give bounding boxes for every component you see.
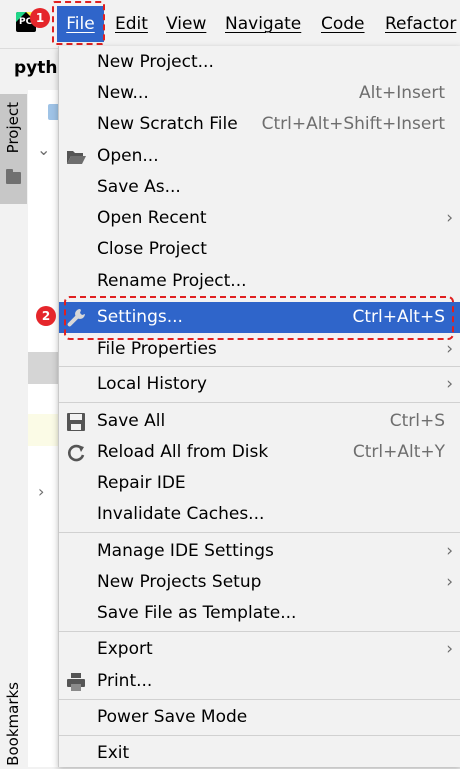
open-label: Open... bbox=[97, 146, 159, 166]
export-label: Export bbox=[97, 639, 153, 659]
menu-separator bbox=[59, 366, 460, 367]
save-icon bbox=[67, 413, 85, 431]
menu-item-open[interactable]: Open... bbox=[59, 141, 460, 172]
menu-item-save-file-as-template[interactable]: Save File as Template... bbox=[59, 598, 460, 629]
rename-project-label: Rename Project... bbox=[97, 271, 247, 291]
menu-item-print[interactable]: Print... bbox=[59, 666, 460, 697]
step-badge-1: 1 bbox=[30, 8, 50, 28]
menu-separator bbox=[59, 735, 460, 736]
new-scratch-label: New Scratch File bbox=[97, 114, 238, 134]
menu-view[interactable]: View bbox=[166, 10, 206, 38]
new-project-label: New Project... bbox=[97, 52, 214, 72]
power-save-label: Power Save Mode bbox=[97, 707, 248, 727]
repair-ide-label: Repair IDE bbox=[97, 473, 186, 493]
close-project-label: Close Project bbox=[97, 239, 207, 259]
menu-refactor[interactable]: Refactor bbox=[385, 10, 456, 38]
tree-row-selected[interactable] bbox=[28, 352, 60, 384]
chevron-right-icon: › bbox=[446, 208, 453, 228]
menu-separator bbox=[59, 532, 460, 533]
printer-icon bbox=[67, 673, 85, 691]
file-menu-highlight bbox=[52, 1, 105, 45]
save-template-label: Save File as Template... bbox=[97, 603, 297, 623]
menu-item-rename-project[interactable]: Rename Project... bbox=[59, 266, 460, 297]
menu-item-local-history[interactable]: Local History › bbox=[59, 369, 460, 400]
chevron-right-icon: › bbox=[446, 374, 453, 394]
reload-shortcut: Ctrl+Alt+Y bbox=[352, 442, 445, 462]
menu-item-new-projects-setup[interactable]: New Projects Setup › bbox=[59, 567, 460, 598]
save-all-shortcut: Ctrl+S bbox=[389, 411, 445, 431]
menu-item-export[interactable]: Export › bbox=[59, 634, 460, 665]
menu-item-open-recent[interactable]: Open Recent › bbox=[59, 203, 460, 234]
menu-item-save-all[interactable]: Save All Ctrl+S bbox=[59, 406, 460, 437]
save-all-label: Save All bbox=[97, 411, 166, 431]
menu-item-exit[interactable]: Exit bbox=[59, 738, 460, 769]
open-folder-icon bbox=[67, 151, 86, 164]
invalidate-caches-label: Invalidate Caches... bbox=[97, 504, 265, 524]
menu-item-new[interactable]: New... Alt+Insert bbox=[59, 78, 460, 109]
menu-code[interactable]: Code bbox=[321, 10, 365, 38]
reload-label: Reload All from Disk bbox=[97, 442, 269, 462]
print-label: Print... bbox=[97, 671, 153, 691]
menu-item-repair-ide[interactable]: Repair IDE bbox=[59, 468, 460, 499]
new-shortcut: Alt+Insert bbox=[358, 83, 445, 103]
chevron-down-icon[interactable]: ⌄ bbox=[37, 140, 50, 159]
menu-separator bbox=[59, 631, 460, 632]
tree-row-highlight[interactable] bbox=[28, 414, 60, 446]
step-badge-2: 2 bbox=[36, 306, 56, 326]
chevron-right-icon: › bbox=[446, 572, 453, 592]
menu-item-manage-ide-settings[interactable]: Manage IDE Settings › bbox=[59, 536, 460, 567]
new-label: New... bbox=[97, 83, 149, 103]
menu-item-save-as[interactable]: Save As... bbox=[59, 172, 460, 203]
menu-navigate[interactable]: Navigate bbox=[225, 10, 301, 38]
open-recent-label: Open Recent bbox=[97, 208, 207, 228]
folder-icon bbox=[6, 169, 21, 184]
project-tab-label: Project bbox=[4, 102, 22, 154]
reload-icon bbox=[68, 444, 85, 462]
local-history-label: Local History bbox=[97, 374, 207, 394]
settings-highlight bbox=[64, 296, 454, 340]
chevron-right-icon[interactable]: › bbox=[38, 482, 44, 501]
tool-window-project-tab[interactable]: Project bbox=[0, 94, 27, 204]
menu-item-close-project[interactable]: Close Project bbox=[59, 234, 460, 265]
bookmarks-tab-label[interactable]: Bookmarks bbox=[4, 682, 22, 766]
manage-ide-settings-label: Manage IDE Settings bbox=[97, 541, 274, 561]
menu-item-new-scratch-file[interactable]: New Scratch File Ctrl+Alt+Shift+Insert bbox=[59, 109, 460, 140]
chevron-right-icon: › bbox=[446, 541, 453, 561]
menu-item-power-save-mode[interactable]: Power Save Mode bbox=[59, 702, 460, 733]
exit-label: Exit bbox=[97, 743, 130, 763]
new-projects-setup-label: New Projects Setup bbox=[97, 572, 262, 592]
menu-separator bbox=[59, 699, 460, 700]
file-menu-dropdown: New Project... New... Alt+Insert New Scr… bbox=[58, 46, 460, 767]
save-as-label: Save As... bbox=[97, 177, 181, 197]
chevron-right-icon: › bbox=[446, 639, 453, 659]
menu-separator bbox=[59, 402, 460, 403]
menu-item-reload-from-disk[interactable]: Reload All from Disk Ctrl+Alt+Y bbox=[59, 437, 460, 468]
menu-edit[interactable]: Edit bbox=[115, 10, 148, 38]
menu-item-invalidate-caches[interactable]: Invalidate Caches... bbox=[59, 499, 460, 530]
new-scratch-shortcut: Ctrl+Alt+Shift+Insert bbox=[261, 114, 445, 134]
menu-item-new-project[interactable]: New Project... bbox=[59, 47, 460, 78]
